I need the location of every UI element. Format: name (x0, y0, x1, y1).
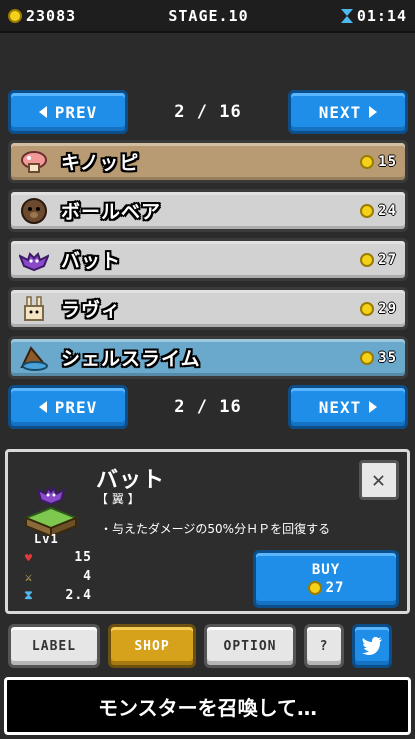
shop-button[interactable]: SHOP (108, 624, 196, 668)
coin-icon (8, 8, 22, 23)
label-button[interactable]: LABEL (8, 624, 100, 668)
message-bar: モンスターを召喚して… (4, 677, 411, 735)
price-value: 27 (378, 251, 397, 268)
coin-counter: 23083 (8, 7, 76, 25)
twitter-button[interactable] (352, 624, 392, 668)
monster-level: Lv1 (34, 532, 59, 546)
sword-icon: ⚔ (24, 569, 34, 584)
price-value: 29 (378, 300, 397, 317)
hp-value: 15 (74, 550, 92, 565)
rabbit-icon (19, 295, 49, 323)
next-label: NEXT (318, 102, 362, 122)
help-button[interactable]: ? (304, 624, 344, 668)
prev-label: PREV (54, 102, 98, 122)
page-indicator: 2 / 16 (174, 102, 242, 122)
next-button[interactable]: NEXT (287, 385, 408, 429)
monster-row-shellslime[interactable]: シェルスライム 35 (8, 336, 408, 379)
price-value: 24 (378, 202, 397, 219)
monster-name: キノッピ (61, 152, 140, 174)
monster-type: 【 翼 】 (96, 492, 140, 506)
prev-button[interactable]: PREV (8, 385, 128, 429)
prev-button[interactable]: PREV (8, 90, 128, 134)
buy-button[interactable]: BUY 27 (253, 550, 399, 608)
label-button-text: LABEL (31, 638, 77, 654)
coin-count: 23083 (26, 6, 77, 25)
coin-icon (307, 581, 322, 595)
monster-row-bat[interactable]: バット 27 (8, 238, 408, 281)
ball-bear-icon (19, 197, 49, 225)
price-value: 35 (378, 349, 397, 366)
monster-name: ボールベア (61, 201, 162, 223)
twitter-bird-icon (362, 637, 382, 655)
option-button-text: OPTION (223, 638, 277, 654)
bat-icon (19, 246, 49, 274)
monster-row-ballbear[interactable]: ボールベア 24 (8, 189, 408, 232)
next-label: NEXT (318, 397, 362, 417)
speed-value: 2.4 (65, 588, 92, 603)
arrow-right-icon (369, 106, 378, 118)
stage-label: STAGE.10 (168, 6, 249, 25)
shell-slime-icon (19, 344, 49, 372)
hourglass-icon: ⧗ (24, 588, 34, 602)
monster-stats: ♥ 15 ⚔ 4 ⧗ 2.4 (22, 548, 92, 605)
page-indicator: 2 / 16 (174, 397, 242, 417)
buy-price: 27 (325, 580, 345, 596)
buy-cost: 27 (307, 580, 345, 596)
monster-price: 29 (360, 301, 397, 317)
close-button[interactable]: ✕ (359, 460, 399, 500)
monster-name: バット (61, 250, 122, 272)
status-bar: 23083 STAGE.10 01:14 (0, 0, 415, 33)
next-button[interactable]: NEXT (287, 90, 408, 134)
coin-icon (360, 203, 375, 218)
coin-icon (360, 252, 375, 267)
monster-ability: ・与えたダメージの50%分ＨＰを回復する (100, 522, 331, 536)
monster-price: 24 (360, 203, 397, 219)
hourglass-icon (340, 8, 353, 23)
monster-price: 27 (360, 252, 397, 268)
pager-top: PREV 2 / 16 NEXT (8, 90, 408, 134)
mushroom-icon (19, 148, 49, 176)
close-icon: ✕ (371, 467, 387, 493)
timer-value: 01:14 (356, 6, 407, 25)
arrow-left-icon (38, 401, 47, 413)
stat-attack: ⚔ 4 (22, 567, 92, 586)
monster-row-ravi[interactable]: ラヴィ 29 (8, 287, 408, 330)
monster-list: キノッピ 15 ボールベア 24 バット 27 ラヴィ 29 シェルスライム 3… (8, 140, 408, 385)
monster-detail-panel: Lv1 バット 【 翼 】 ・与えたダメージの50%分ＨＰを回復する ✕ ♥ 1… (5, 449, 410, 614)
bottom-menu: LABEL SHOP OPTION ? (8, 624, 408, 668)
monster-price: 15 (360, 154, 397, 170)
monster-name: シェルスライム (61, 348, 201, 370)
stat-hp: ♥ 15 (22, 548, 92, 567)
arrow-left-icon (38, 106, 47, 118)
attack-value: 4 (83, 569, 92, 584)
option-button[interactable]: OPTION (204, 624, 296, 668)
monster-price: 35 (360, 350, 397, 366)
buy-label: BUY (311, 562, 341, 578)
monster-name: ラヴィ (61, 299, 122, 321)
coin-icon (360, 350, 375, 365)
coin-icon (360, 154, 375, 169)
prev-label: PREV (54, 397, 98, 417)
shop-button-text: SHOP (134, 638, 170, 654)
heart-icon: ♥ (24, 550, 34, 565)
pager-bottom: PREV 2 / 16 NEXT (8, 385, 408, 429)
timer: 01:14 (340, 6, 407, 25)
price-value: 15 (378, 153, 397, 170)
stat-speed: ⧗ 2.4 (22, 586, 92, 605)
help-button-text: ? (319, 638, 329, 654)
monster-row-kinoppi[interactable]: キノッピ 15 (8, 140, 408, 183)
coin-icon (360, 301, 375, 316)
arrow-right-icon (369, 401, 378, 413)
